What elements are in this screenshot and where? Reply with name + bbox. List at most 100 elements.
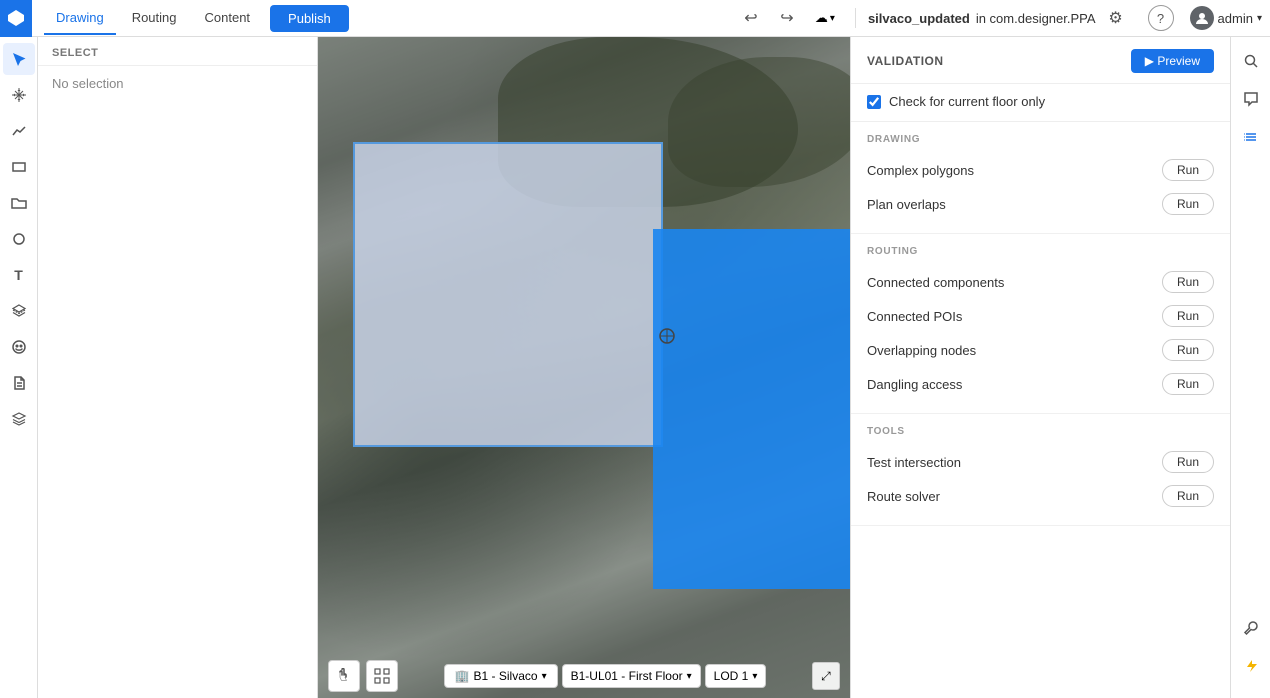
sidebar-icon-circle[interactable] — [3, 223, 35, 255]
far-right-chat-button[interactable] — [1235, 83, 1267, 115]
overlapping-nodes-run-button[interactable]: Run — [1162, 339, 1214, 361]
sidebar-icon-pan[interactable] — [3, 79, 35, 111]
routing-section: ROUTING Connected components Run Connect… — [851, 234, 1230, 414]
canvas-area[interactable]: 🏢 B1 - Silvaco ▾ B1-UL01 - First Floor ▾… — [318, 37, 850, 698]
validation-row-dangling-access: Dangling access Run — [867, 367, 1214, 401]
overlapping-nodes-label: Overlapping nodes — [867, 343, 976, 358]
settings-button[interactable]: ⚙ — [1100, 2, 1132, 34]
sidebar-icon-text[interactable]: T — [3, 259, 35, 291]
dangling-access-run-button[interactable]: Run — [1162, 373, 1214, 395]
connected-pois-run-button[interactable]: Run — [1162, 305, 1214, 327]
validation-row-connected-pois: Connected POIs Run — [867, 299, 1214, 333]
selection-panel: SELECT No selection — [38, 37, 318, 698]
canvas-tools-left — [328, 660, 398, 692]
hand-tool-button[interactable] — [328, 660, 360, 692]
cloud-chevron-icon: ▾ — [830, 13, 835, 24]
validation-row-complex-polygons: Complex polygons Run — [867, 153, 1214, 187]
sidebar-icon-folder[interactable] — [3, 187, 35, 219]
main-area: T SELECT No selection — [0, 37, 1270, 698]
complex-polygons-label: Complex polygons — [867, 163, 974, 178]
no-selection-text: No selection — [52, 76, 303, 91]
sidebar-icon-document[interactable] — [3, 367, 35, 399]
far-right-bottom-icons — [1235, 612, 1267, 690]
sidebar-icon-select[interactable] — [3, 43, 35, 75]
app-logo — [0, 0, 32, 37]
test-intersection-run-button[interactable]: Run — [1162, 451, 1214, 473]
map-background — [318, 37, 850, 698]
connected-components-label: Connected components — [867, 275, 1004, 290]
plan-overlaps-label: Plan overlaps — [867, 197, 946, 212]
canvas-controls-right: ⤢ — [812, 662, 840, 690]
far-right-sidebar — [1230, 37, 1270, 698]
tools-section-label: TOOLS — [867, 426, 1214, 437]
panel-title: SELECT — [52, 47, 303, 59]
building-selector[interactable]: 🏢 B1 - Silvaco ▾ — [444, 664, 558, 688]
project-name: silvaco_updated — [868, 11, 970, 26]
snap-tool-button[interactable] — [366, 660, 398, 692]
undo-button[interactable]: ↩ — [735, 2, 767, 34]
building-label: B1 - Silvaco — [474, 669, 538, 683]
sidebar-icon-rectangle[interactable] — [3, 151, 35, 183]
user-menu[interactable]: admin ▾ — [1190, 6, 1262, 30]
validation-row-route-solver: Route solver Run — [867, 479, 1214, 513]
floor-level-selector[interactable]: B1-UL01 - First Floor ▾ — [562, 664, 701, 688]
panel-content: No selection — [38, 66, 317, 698]
complex-polygons-run-button[interactable]: Run — [1162, 159, 1214, 181]
topbar: Drawing Routing Content Publish ↩ ↪ ☁ ▾ … — [0, 0, 1270, 37]
floor-level-label: B1-UL01 - First Floor — [571, 669, 683, 683]
far-right-tools-button[interactable] — [1235, 612, 1267, 644]
routing-section-label: ROUTING — [867, 246, 1214, 257]
lod-chevron-icon: ▾ — [752, 671, 757, 682]
validation-panel: VALIDATION ▶ Preview Check for current f… — [850, 37, 1230, 698]
panel-header: SELECT — [38, 37, 317, 66]
user-label: admin — [1218, 11, 1253, 26]
drawing-section: DRAWING Complex polygons Run Plan overla… — [851, 122, 1230, 234]
user-chevron-icon: ▾ — [1257, 13, 1262, 24]
tab-routing[interactable]: Routing — [120, 2, 189, 35]
cloud-button[interactable]: ☁ ▾ — [807, 6, 843, 30]
connected-components-run-button[interactable]: Run — [1162, 271, 1214, 293]
help-button[interactable]: ? — [1148, 5, 1174, 31]
floor-check-checkbox[interactable] — [867, 95, 881, 109]
floor-check-row: Check for current floor only — [851, 84, 1230, 122]
cloud-icon: ☁ — [815, 10, 828, 26]
validation-row-overlapping-nodes: Overlapping nodes Run — [867, 333, 1214, 367]
fullscreen-button[interactable]: ⤢ — [812, 662, 840, 690]
project-info: silvaco_updated in com.designer.PPA — [868, 11, 1096, 26]
connected-pois-label: Connected POIs — [867, 309, 962, 324]
floor-controls: 🏢 B1 - Silvaco ▾ B1-UL01 - First Floor ▾… — [444, 664, 767, 688]
sidebar-icon-face[interactable] — [3, 331, 35, 363]
text-label-icon: T — [14, 267, 23, 283]
preview-button[interactable]: ▶ Preview — [1131, 49, 1214, 73]
route-solver-run-button[interactable]: Run — [1162, 485, 1214, 507]
building-chevron-icon: ▾ — [542, 671, 547, 682]
validation-row-plan-overlaps: Plan overlaps Run — [867, 187, 1214, 221]
validation-title: VALIDATION — [867, 54, 944, 68]
project-path: in com.designer.PPA — [976, 11, 1096, 26]
dangling-access-label: Dangling access — [867, 377, 962, 392]
sidebar-icon-stack[interactable] — [3, 403, 35, 435]
tab-drawing[interactable]: Drawing — [44, 2, 116, 35]
far-right-search-button[interactable] — [1235, 45, 1267, 77]
floor-check-label: Check for current floor only — [889, 94, 1045, 109]
redo-button[interactable]: ↪ — [771, 2, 803, 34]
floor-level-chevron-icon: ▾ — [687, 671, 692, 682]
sidebar-icon-3d-layers[interactable] — [3, 295, 35, 327]
route-solver-label: Route solver — [867, 489, 940, 504]
publish-button[interactable]: Publish — [270, 5, 349, 32]
lod-label: LOD 1 — [714, 669, 749, 683]
sidebar-icon-analytics[interactable] — [3, 115, 35, 147]
drawing-section-label: DRAWING — [867, 134, 1214, 145]
validation-row-test-intersection: Test intersection Run — [867, 445, 1214, 479]
left-sidebar: T — [0, 37, 38, 698]
validation-panel-header: VALIDATION ▶ Preview — [851, 37, 1230, 84]
plan-overlaps-run-button[interactable]: Run — [1162, 193, 1214, 215]
avatar — [1190, 6, 1214, 30]
canvas-bottom-bar: 🏢 B1 - Silvaco ▾ B1-UL01 - First Floor ▾… — [318, 654, 850, 698]
tab-content[interactable]: Content — [193, 2, 263, 35]
far-right-lightning-button[interactable] — [1235, 650, 1267, 682]
building-icon: 🏢 — [455, 669, 470, 683]
lod-selector[interactable]: LOD 1 ▾ — [705, 664, 767, 688]
validation-row-connected-components: Connected components Run — [867, 265, 1214, 299]
far-right-list-button[interactable] — [1235, 121, 1267, 153]
